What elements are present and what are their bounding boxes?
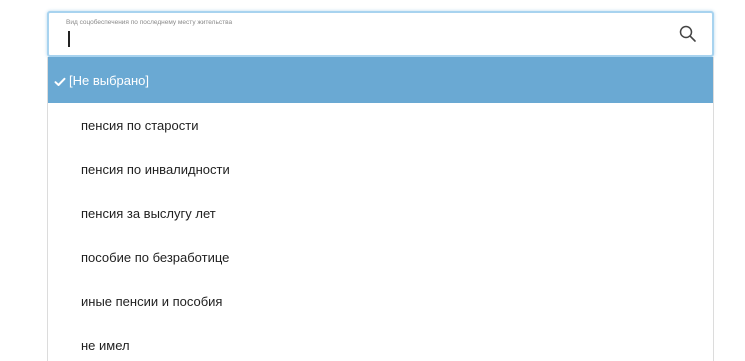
- field-label: Вид соцобеспечения по последнему месту ж…: [66, 19, 233, 26]
- option-label: иные пенсии и пособия: [81, 293, 223, 309]
- option-long-service-pension[interactable]: пенсия за выслугу лет: [48, 191, 713, 235]
- text-caret: [68, 31, 70, 47]
- option-label: не имел: [81, 337, 130, 353]
- social-security-type-field[interactable]: Вид соцобеспечения по последнему месту ж…: [47, 11, 714, 57]
- option-disability-pension[interactable]: пенсия по инвалидности: [48, 147, 713, 191]
- option-label: [Не выбрано]: [69, 72, 150, 88]
- option-old-age-pension[interactable]: пенсия по старости: [48, 103, 713, 147]
- option-label: пенсия за выслугу лет: [81, 205, 216, 221]
- search-input[interactable]: [64, 30, 664, 50]
- option-label: пенсия по старости: [81, 117, 199, 133]
- check-icon: [54, 75, 66, 86]
- option-label: пенсия по инвалидности: [81, 161, 230, 177]
- option-other-pensions[interactable]: иные пенсии и пособия: [48, 279, 713, 323]
- search-icon[interactable]: [678, 24, 698, 44]
- page: Вид соцобеспечения по последнему месту ж…: [0, 0, 745, 361]
- option-unemployment-benefit[interactable]: пособие по безработице: [48, 235, 713, 279]
- option-not-selected[interactable]: [Не выбрано]: [48, 57, 713, 103]
- option-label: пособие по безработице: [81, 249, 230, 265]
- options-dropdown: [Не выбрано] пенсия по старости пенсия п…: [47, 57, 714, 361]
- option-none[interactable]: не имел: [48, 323, 713, 361]
